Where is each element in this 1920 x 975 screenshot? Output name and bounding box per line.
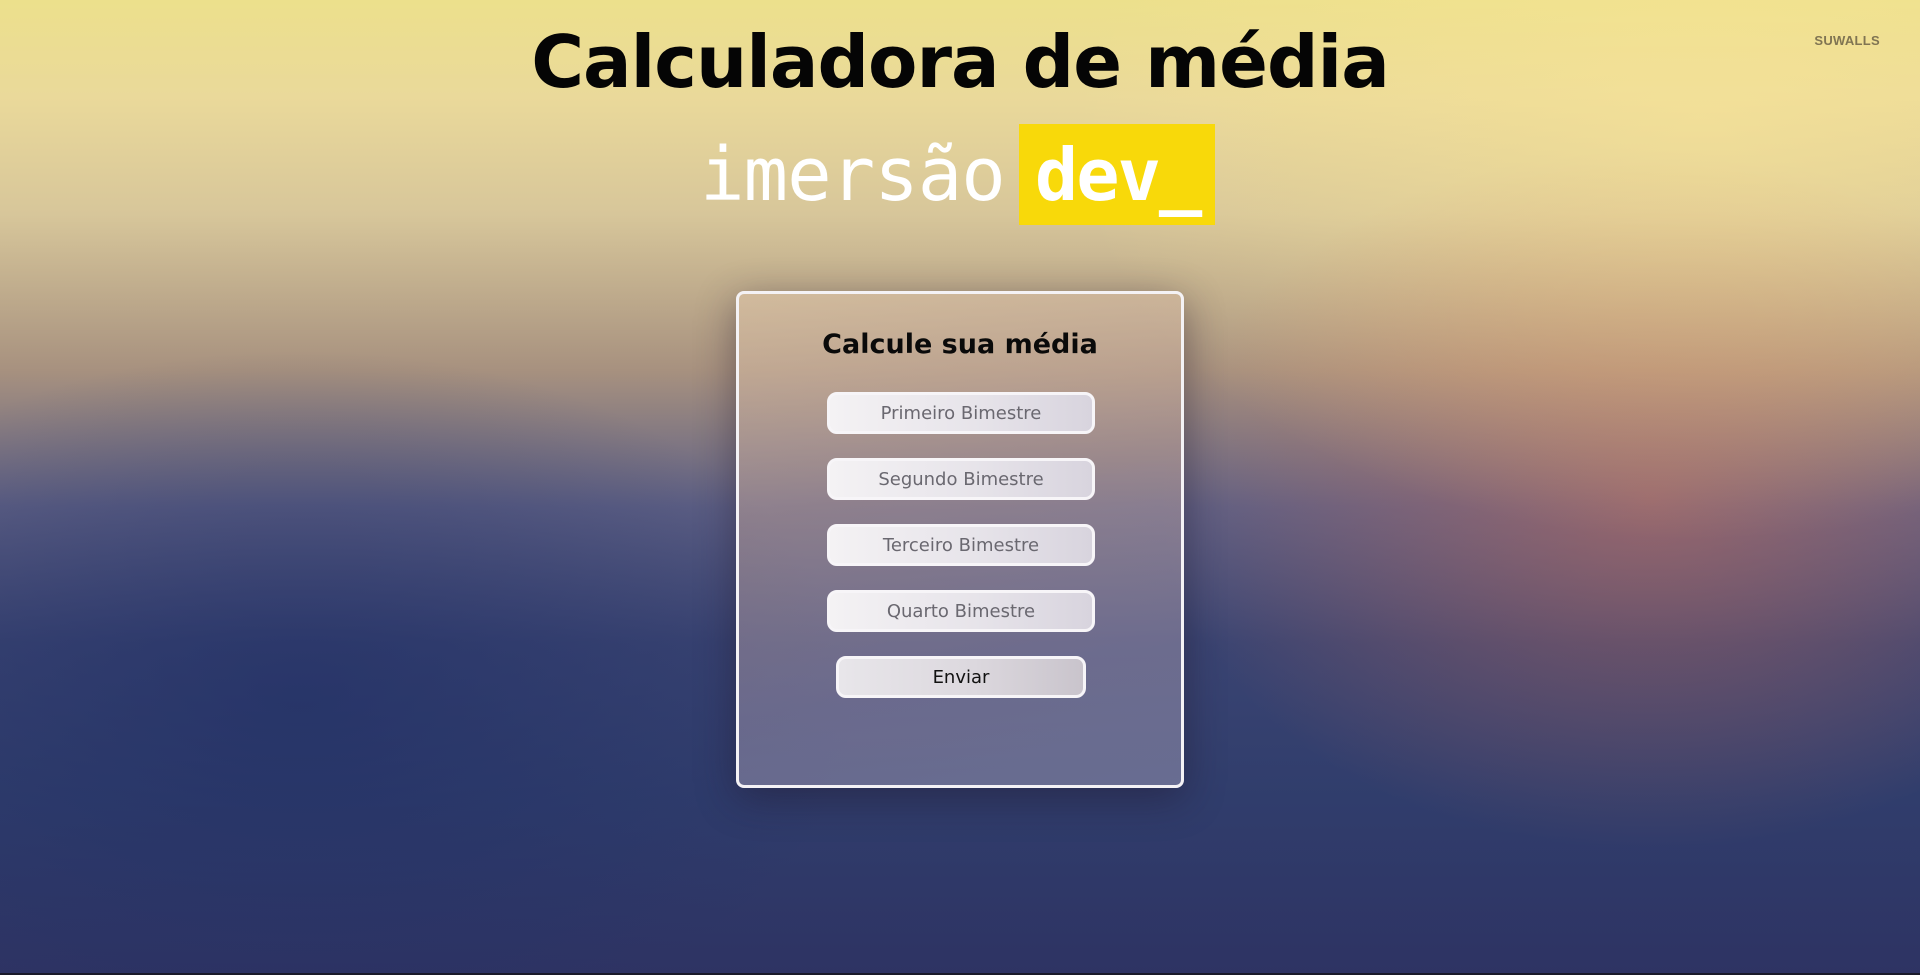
brand-right-badge: dev_: [1018, 124, 1215, 225]
page-title: Calculadora de média: [531, 20, 1390, 104]
first-bimester-input[interactable]: [827, 392, 1095, 434]
submit-button[interactable]: Enviar: [836, 656, 1086, 698]
average-form-card: Calcule sua média Enviar: [736, 291, 1184, 788]
brand-left-text: imersão: [700, 131, 1006, 218]
fourth-bimester-input[interactable]: [827, 590, 1095, 632]
form-title: Calcule sua média: [822, 329, 1098, 360]
brand-logo: imersão dev_: [700, 124, 1215, 225]
third-bimester-input[interactable]: [827, 524, 1095, 566]
second-bimester-input[interactable]: [827, 458, 1095, 500]
